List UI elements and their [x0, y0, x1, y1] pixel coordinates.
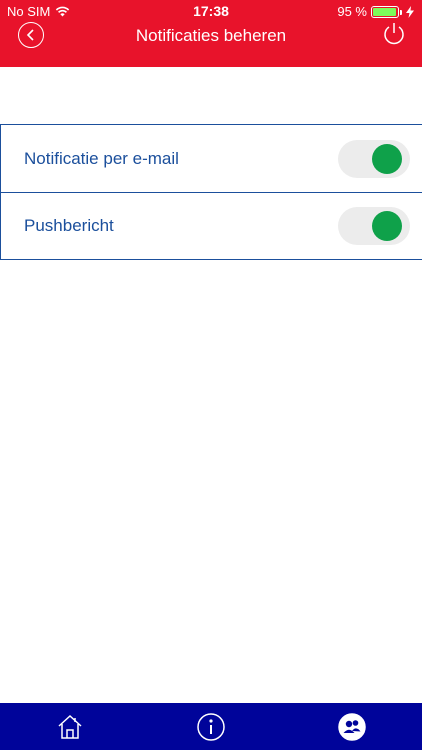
- email-notification-toggle[interactable]: [338, 139, 410, 178]
- setting-row-email: Notificatie per e-mail: [1, 125, 422, 192]
- push-notification-toggle[interactable]: [338, 207, 410, 245]
- setting-row-push: Pushbericht: [1, 192, 422, 259]
- power-button[interactable]: [382, 21, 406, 47]
- toggle-knob: [372, 143, 402, 174]
- status-right: 95 %: [337, 4, 414, 19]
- tab-home[interactable]: [54, 711, 86, 743]
- setting-label-push: Pushbericht: [24, 216, 114, 235]
- setting-label-email: Notificatie per e-mail: [24, 148, 179, 168]
- battery-icon: [371, 5, 402, 18]
- notification-settings-list: Notificatie per e-mail Pushbericht: [0, 124, 422, 260]
- tab-users[interactable]: [336, 711, 368, 743]
- tab-info[interactable]: [195, 711, 227, 743]
- toggle-knob: [372, 211, 402, 241]
- power-icon: [384, 23, 404, 45]
- top-bar: No SIM 17:38 95 % Notificaties beheren: [0, 0, 422, 67]
- status-bar: No SIM 17:38 95 %: [0, 0, 422, 22]
- battery-percent: 95 %: [337, 4, 367, 19]
- charging-icon: [406, 5, 414, 18]
- bottom-tab-bar: [0, 703, 422, 750]
- info-icon: [197, 713, 225, 741]
- page-title: Notificaties beheren: [135, 26, 287, 45]
- home-icon: [58, 714, 82, 739]
- users-icon: [338, 713, 366, 741]
